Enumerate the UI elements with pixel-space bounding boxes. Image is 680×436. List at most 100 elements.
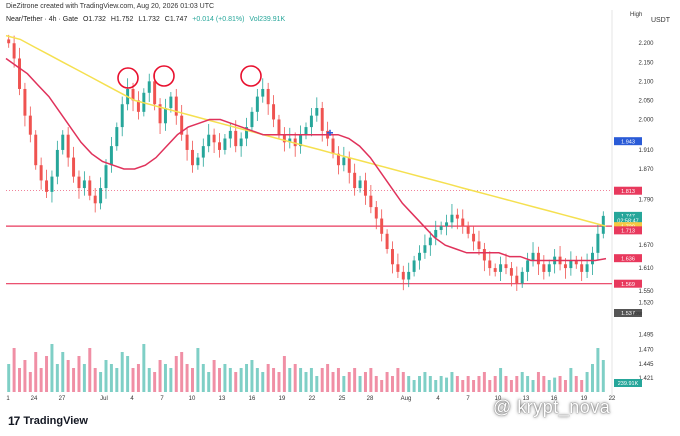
volume-bar [569,368,573,392]
volume-bar [320,368,324,392]
volume-bar [531,380,535,392]
legend-symbol[interactable]: Near/Tether · 4h · Gate [6,16,78,23]
candle [558,245,562,271]
volume-bar [55,364,59,392]
volume-bar [585,372,589,392]
candle-body [531,252,535,261]
candle-body [309,115,313,128]
candle-body [412,260,416,272]
candle [450,204,454,229]
candle-body [536,252,540,265]
candle-body [212,134,216,143]
tradingview-logo[interactable]: 17 TradingView [8,414,88,428]
candle-body [201,146,205,158]
volume-bar [158,360,162,392]
volume-bar [509,380,513,392]
candle-body [196,157,200,166]
volume-bar [34,352,38,392]
volume-bar [218,368,221,392]
volume-bar [342,376,346,392]
candle [180,104,184,141]
volume-bar [28,372,32,392]
candle [396,253,400,278]
volume-bar [601,360,605,392]
tradingview-logo-icon: 17 [8,414,20,428]
candle-body [77,176,81,189]
candle [196,152,200,170]
candle-body [488,260,492,269]
volume-bar [228,368,232,392]
x-tick-label: 24 [31,396,38,402]
volume-bar [250,360,254,392]
x-tick-label: 25 [339,396,346,402]
volume-bar [331,372,335,392]
volume-bar [174,356,178,392]
volume-bar [504,376,508,392]
candle [261,78,265,103]
candle [272,95,276,128]
candle-body [72,157,76,177]
chart-canvas[interactable]: 2.200 2.150 2.100 2.050 2.000 1.910 1.870 1.790… [0,0,680,436]
volume-bar [99,372,103,392]
y-tick-label: 1.495 [638,333,654,339]
candle-body [82,180,86,189]
volume-bar [191,368,194,392]
candle-body [515,275,519,284]
candle [293,132,297,157]
candle-body [385,233,389,250]
volume-bar [163,364,167,392]
volume-bar [196,348,200,392]
candle [542,255,546,280]
volume-bar [131,368,135,392]
candle-body [423,245,427,253]
candle-body [450,214,454,223]
volume-bar [482,372,486,392]
volume-bar [266,364,270,392]
candle-body [66,134,70,158]
y-tick-label: 2.000 [638,117,654,123]
volume-bar [136,364,140,392]
volume-bar [120,352,124,392]
volume-bar [93,368,97,392]
y-tick-label: 1.670 [638,243,654,249]
y-tick-label: 1.445 [638,362,654,368]
candle [239,132,243,157]
candle-body [407,271,411,280]
candle [304,122,308,140]
candle-body [347,157,351,173]
candle-body [93,195,97,204]
candle [520,267,524,288]
candle [412,255,416,277]
candle-body [88,180,92,196]
volume-bar [418,376,421,392]
volume-bar [363,372,367,392]
candle-body [369,195,373,208]
candle [509,261,513,287]
candle-body [401,271,405,280]
candle-body [380,218,384,234]
price-tag-label: 1.569 [621,282,635,288]
candle-body [504,264,508,269]
candle [374,201,378,230]
candle [531,242,535,267]
candle-body [585,264,589,272]
candle [320,101,324,142]
volume-bar [472,380,476,392]
volume-bar [558,376,562,392]
volume-bar [299,368,303,392]
price-tag-label: 1.943 [621,139,635,145]
candle-body [104,165,108,189]
candle [99,177,103,210]
volume-bar [499,368,503,392]
volume-bar [109,364,113,392]
y-tick-label: 1.550 [638,289,654,295]
volume-bar [493,376,497,392]
price-tag-label: 1.636 [621,256,635,262]
candle [104,159,108,199]
candle [174,88,178,125]
legend-change: +0.014 (+0.81%) [192,16,245,23]
candle-body [509,268,513,276]
volume-bar [315,376,319,392]
candle [23,82,27,127]
candle-body [115,127,119,147]
